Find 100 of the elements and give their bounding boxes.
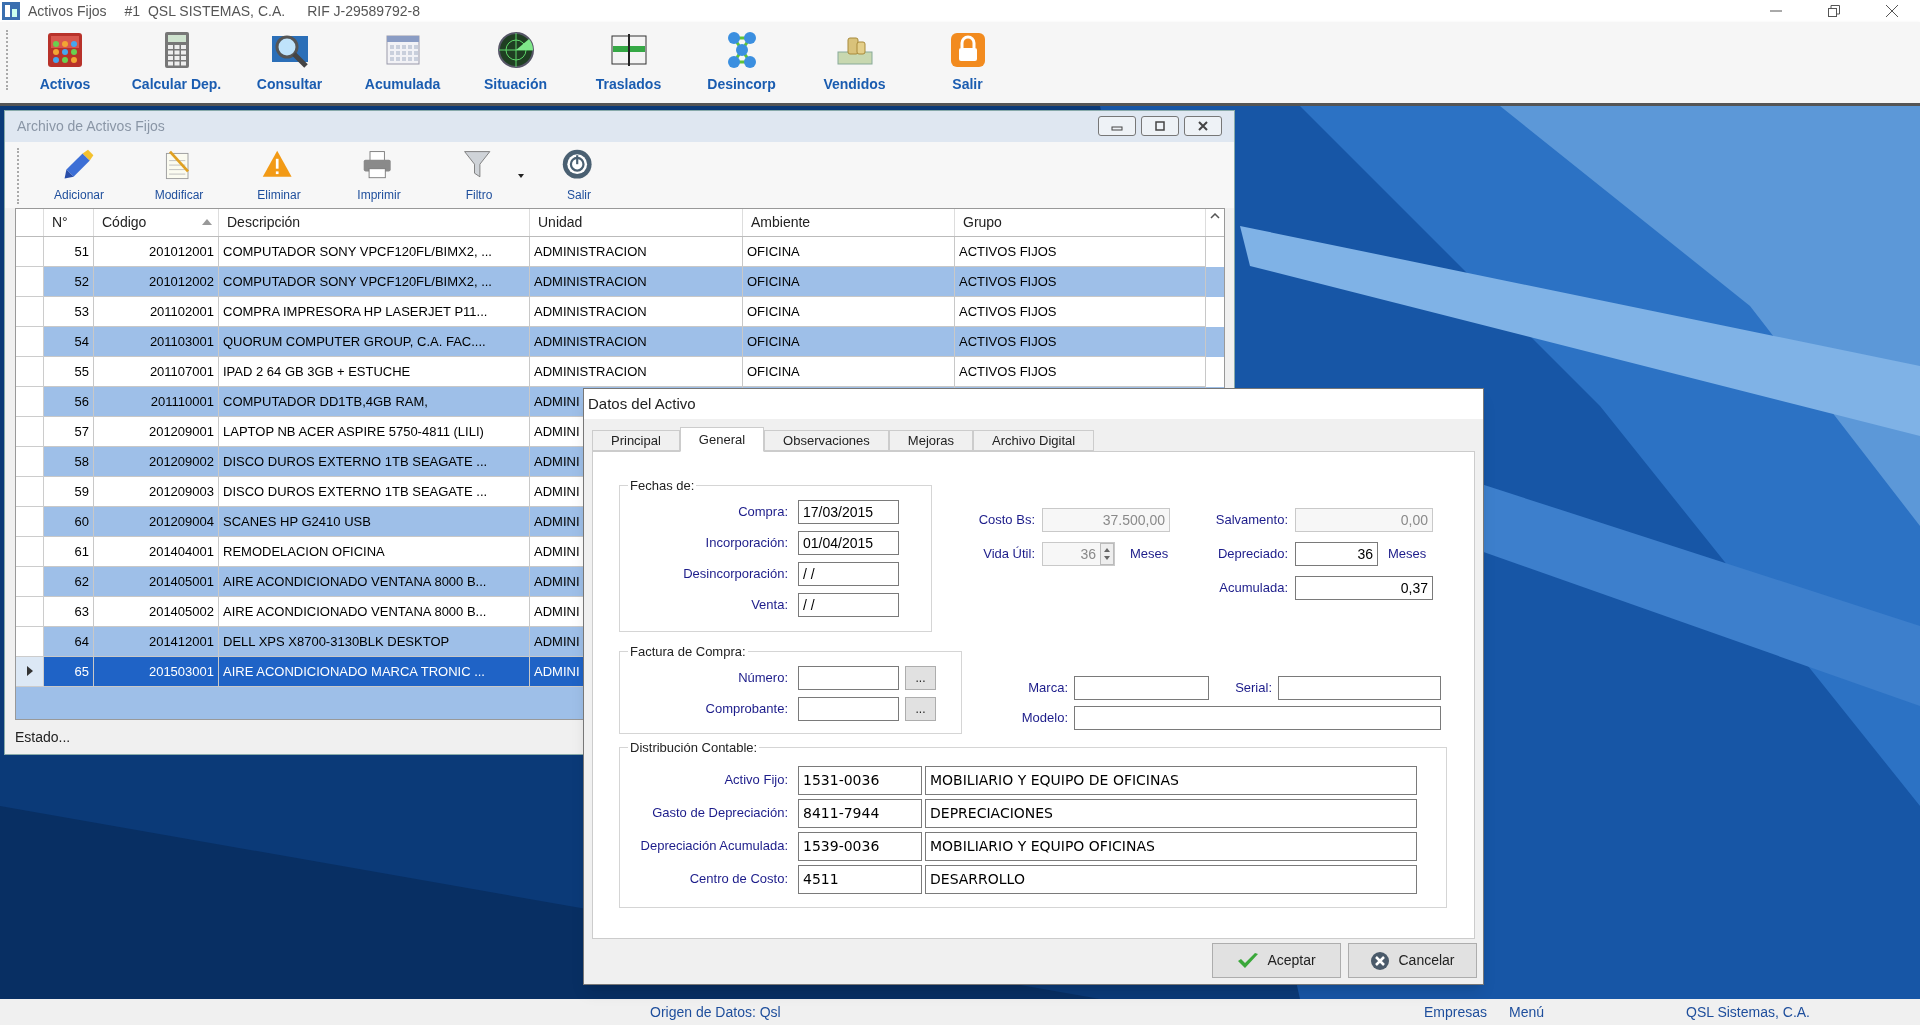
tab[interactable]: Mejoras: [888, 430, 974, 451]
input-field[interactable]: / /: [798, 592, 899, 617]
toolbar-button[interactable]: Acumulada: [346, 30, 459, 95]
input-field[interactable]: 36: [1295, 542, 1378, 566]
restore-icon[interactable]: [1828, 5, 1840, 17]
table-cell-text: ACTIVOS FIJOS: [959, 272, 1057, 291]
input-field[interactable]: / /: [798, 561, 899, 586]
toolbar-button[interactable]: Adicionar: [54, 147, 104, 204]
scroll-up-icon[interactable]: [1210, 212, 1220, 219]
input-field[interactable]: [1074, 676, 1209, 700]
field-label: Centro de Costo:: [688, 870, 789, 889]
table-cell-text: ADMINISTRACION: [534, 242, 647, 261]
toolbar-button[interactable]: Filtro: [461, 147, 497, 204]
column-header[interactable]: Código: [94, 208, 219, 236]
radar-icon: [495, 30, 536, 70]
table-cell-text: AIRE ACONDICIONADO VENTANA 8000 B...: [223, 572, 487, 591]
table-cell-text: 201209002: [148, 452, 214, 471]
browse-button[interactable]: ...: [905, 696, 936, 721]
input-field[interactable]: 0,37: [1295, 576, 1433, 600]
table-row[interactable]: 51 201012001 COMPUTADOR SONY VPCF120FL/BIMX2, ... ADMINISTRACION OFICINA ACTIVOS FIJOS: [16, 236, 1224, 267]
account-code-field[interactable]: 1539-0036: [798, 831, 922, 861]
table-cell-text: 201405001: [148, 572, 214, 591]
row-pointer-icon: [26, 666, 33, 677]
field-label: Venta:: [750, 595, 788, 614]
unit-label: Meses: [1130, 545, 1169, 564]
field-label: Salvamento:: [1214, 511, 1289, 530]
table-cell-text: COMPUTADOR DD1TB,4GB RAM,: [223, 392, 428, 411]
account-code-field[interactable]: 1531-0036: [798, 765, 922, 795]
toolbar-button[interactable]: Consultar: [233, 30, 346, 95]
account-code-field[interactable]: 8411-7944: [798, 798, 922, 828]
column-header[interactable]: N°: [44, 208, 94, 236]
table-row[interactable]: 55 201107001 IPAD 2 64 GB 3GB + ESTUCHE ADMINISTRACION OFICINA ACTIVOS FIJOS: [16, 356, 1224, 387]
tab[interactable]: Observaciones: [764, 430, 889, 451]
status-link[interactable]: Empresas: [1423, 1001, 1487, 1023]
toolbar-button[interactable]: Calcular Dep.: [120, 30, 233, 95]
field-label: Vida Útil:: [982, 545, 1036, 564]
account-name-field[interactable]: MOBILIARIO Y EQUIPO OFICINAS: [925, 831, 1417, 861]
table-row[interactable]: 53 201102001 COMPRA IMPRESORA HP LASERJET P11... ADMINISTRACION OFICINA ACTIVOS FIJOS: [16, 296, 1224, 327]
maximize-button[interactable]: [1141, 116, 1179, 137]
table-cell-text: DISCO DUROS EXTERNO 1TB SEAGATE ...: [223, 452, 488, 471]
account-code-field[interactable]: 4511: [798, 864, 922, 894]
table-cell-text: ADMINISTRACION: [534, 362, 647, 381]
toolbar-button[interactable]: Activos: [10, 30, 120, 95]
toolbar-button[interactable]: Eliminar: [257, 147, 301, 204]
toolbar-button[interactable]: Imprimir: [357, 147, 401, 204]
input-field[interactable]: 17/03/2015: [798, 499, 899, 524]
table-cell-text: 201107001: [149, 362, 214, 381]
cancel-icon: [1370, 950, 1391, 971]
dropdown-arrow-icon[interactable]: [517, 173, 525, 179]
toolbar-button[interactable]: Salir: [561, 147, 597, 204]
data-source-text: Origen de Datos: Qsl: [650, 1002, 781, 1022]
column-header[interactable]: Ambiente: [743, 208, 955, 236]
window-title: Archivo de Activos Fijos: [17, 116, 165, 136]
minimize-button[interactable]: [1098, 116, 1136, 137]
table-cell-text: 52: [74, 272, 89, 291]
field-label: Incorporación:: [704, 533, 788, 552]
table-cell-text: ADMINISTRACION: [534, 272, 647, 291]
input-field[interactable]: [1278, 676, 1441, 700]
table-cell-text: ADMINI: [534, 512, 580, 531]
table-cell-text: 65: [74, 662, 89, 681]
table-cell-text: 55: [74, 362, 89, 381]
toolbar-button[interactable]: Salir: [911, 30, 1024, 95]
close-icon[interactable]: [1886, 5, 1898, 17]
table-cell-text: 201404001: [148, 542, 214, 561]
table-cell-text: 53: [74, 302, 89, 321]
close-button[interactable]: [1184, 116, 1222, 137]
input-field[interactable]: 01/04/2015: [798, 530, 899, 555]
status-link[interactable]: Menú: [1509, 1001, 1545, 1023]
input-field[interactable]: [798, 665, 899, 690]
input-field[interactable]: [798, 696, 899, 721]
field-label: Gasto de Depreciación:: [651, 804, 789, 823]
account-name-field[interactable]: MOBILIARIO Y EQUIPO DE OFICINAS: [925, 765, 1417, 795]
input-field[interactable]: [1074, 706, 1441, 730]
toolbar-button[interactable]: Modificar: [154, 147, 204, 204]
column-header[interactable]: Descripción: [219, 208, 530, 236]
column-header[interactable]: Grupo: [955, 208, 1206, 236]
cancel-button[interactable]: Cancelar: [1348, 943, 1477, 978]
column-header[interactable]: Unidad: [530, 208, 743, 236]
toolbar-button[interactable]: Vendidos: [798, 30, 911, 95]
dialog-title: Datos del Activo: [588, 393, 696, 414]
spin-value: 36: [1079, 544, 1097, 564]
table-cell-text: 58: [74, 452, 89, 471]
field-label: Modelo:: [1020, 709, 1069, 728]
account-name-field[interactable]: DEPRECIACIONES: [925, 798, 1417, 828]
account-name-field[interactable]: DESARROLLO: [925, 864, 1417, 894]
browse-button[interactable]: ...: [905, 665, 936, 690]
tab[interactable]: Archivo Digital: [973, 430, 1095, 451]
table-cell-text: ADMINISTRACION: [534, 332, 647, 351]
toolbar-button[interactable]: Situación: [459, 30, 572, 95]
toolbar-button[interactable]: Traslados: [572, 30, 685, 95]
table-cell-text: 201412001: [148, 632, 214, 651]
tab[interactable]: General: [679, 427, 765, 452]
tab[interactable]: Principal: [592, 430, 680, 451]
table-cell-text: 201209003: [148, 482, 214, 501]
table-cell-text: REMODELACION OFICINA: [223, 542, 385, 561]
accept-button[interactable]: Aceptar: [1212, 943, 1341, 978]
table-cell-text: SCANES HP G2410 USB: [223, 512, 371, 531]
field-label: Costo Bs:: [977, 511, 1036, 530]
toolbar-button[interactable]: Desincorp: [685, 30, 798, 95]
table-cell-text: OFICINA: [747, 362, 800, 381]
